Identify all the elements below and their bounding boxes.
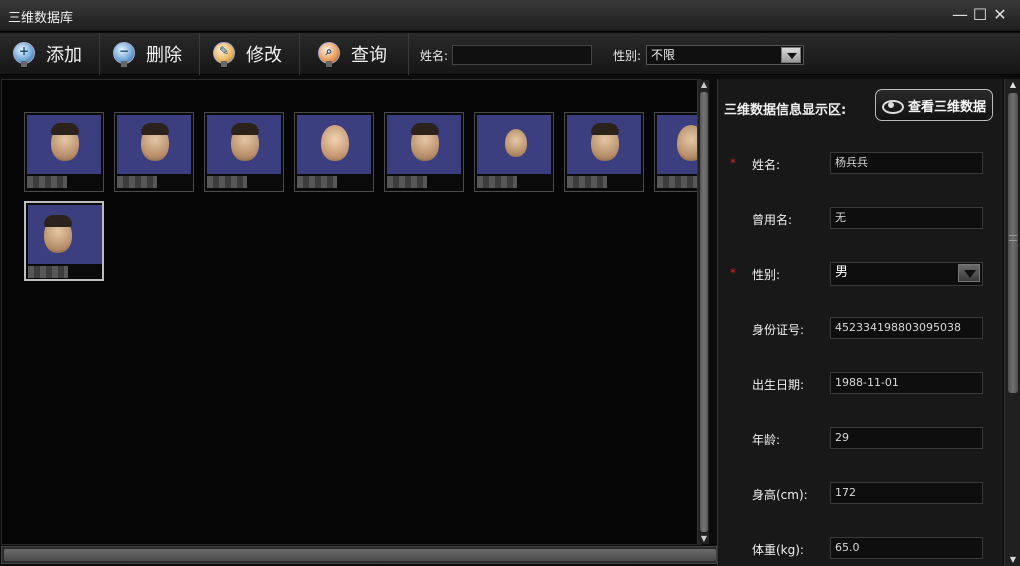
- gender-filter-value: 不限: [651, 48, 676, 62]
- face-thumbnail[interactable]: [24, 112, 104, 192]
- required-mark: *: [730, 156, 736, 170]
- chevron-down-icon[interactable]: [958, 264, 980, 282]
- weight-field[interactable]: 65.0: [830, 537, 983, 559]
- face-image: [27, 115, 101, 174]
- query-button-label: 查询: [351, 45, 387, 66]
- face-image: [28, 205, 102, 264]
- gender-select[interactable]: 男: [830, 262, 983, 286]
- age-label: 年龄:: [752, 433, 781, 447]
- delete-button[interactable]: − 删除: [100, 33, 200, 75]
- scroll-up-icon[interactable]: ▲: [699, 80, 709, 90]
- name-label: 姓名:: [752, 158, 781, 172]
- face-image: [297, 115, 371, 174]
- scroll-thumb[interactable]: [700, 92, 708, 532]
- face-thumbnail[interactable]: [654, 112, 700, 192]
- former-name-field[interactable]: 无: [830, 207, 983, 229]
- scroll-down-icon[interactable]: ▼: [699, 534, 709, 544]
- gender-filter-select[interactable]: 不限: [646, 45, 804, 65]
- add-button[interactable]: + 添加: [0, 33, 100, 75]
- gender-value: 男: [835, 265, 849, 280]
- view-3d-button-label: 查看三维数据: [908, 99, 987, 115]
- gallery-horizontal-scrollbar[interactable]: [1, 546, 717, 564]
- name-field[interactable]: 杨兵兵: [830, 152, 983, 174]
- gender-label: 性别:: [752, 268, 781, 282]
- delete-button-label: 删除: [146, 45, 182, 66]
- delete-icon: −: [112, 41, 136, 67]
- face-image: [477, 115, 551, 174]
- view-3d-button[interactable]: 查看三维数据: [875, 89, 993, 121]
- name-filter-input[interactable]: [452, 45, 592, 65]
- scroll-down-icon[interactable]: ▼: [1008, 555, 1018, 565]
- height-label: 身高(cm):: [752, 488, 808, 502]
- scroll-up-icon[interactable]: ▲: [1008, 80, 1018, 90]
- age-field[interactable]: 29: [830, 427, 983, 449]
- maximize-button[interactable]: ☐: [970, 5, 990, 25]
- former-name-label: 曾用名:: [752, 213, 793, 227]
- face-thumbnail-selected[interactable]: [24, 201, 104, 281]
- add-icon: +: [12, 41, 36, 67]
- face-gallery: [1, 79, 701, 545]
- panel-title: 三维数据信息显示区:: [724, 103, 847, 118]
- name-filter-label: 姓名:: [420, 49, 449, 63]
- required-mark: *: [730, 266, 736, 280]
- panel-vertical-scrollbar[interactable]: ▲ ▼: [1004, 79, 1020, 566]
- birth-date-field[interactable]: 1988-11-01: [830, 372, 983, 394]
- id-number-label: 身份证号:: [752, 323, 805, 337]
- minimize-button[interactable]: —: [950, 5, 970, 25]
- query-icon: ⌕: [317, 41, 341, 67]
- chevron-down-icon[interactable]: [781, 47, 801, 63]
- face-image: [117, 115, 191, 174]
- scroll-thumb[interactable]: [1008, 93, 1018, 393]
- title-bar: 三维数据库 — ☐ ✕: [0, 0, 1020, 32]
- gender-filter-label: 性别:: [613, 49, 642, 63]
- gallery-vertical-scrollbar[interactable]: ▲ ▼: [697, 80, 709, 544]
- modify-button-label: 修改: [246, 45, 282, 66]
- face-thumbnail[interactable]: [474, 112, 554, 192]
- face-image: [387, 115, 461, 174]
- face-thumbnail[interactable]: [564, 112, 644, 192]
- face-image: [657, 115, 700, 174]
- scroll-grip-icon: [1009, 235, 1017, 241]
- info-panel: 三维数据信息显示区: 查看三维数据 * 姓名: 杨兵兵 曾用名: 无 * 性别:…: [717, 79, 1003, 566]
- face-thumbnail[interactable]: [384, 112, 464, 192]
- modify-icon: ✎: [212, 41, 236, 67]
- query-button[interactable]: ⌕ 查询: [305, 33, 409, 75]
- modify-button[interactable]: ✎ 修改: [200, 33, 300, 75]
- face-thumbnail[interactable]: [204, 112, 284, 192]
- face-image: [567, 115, 641, 174]
- face-thumbnail[interactable]: [294, 112, 374, 192]
- id-number-field[interactable]: 452334198803095038: [830, 317, 983, 339]
- window-title: 三维数据库: [8, 11, 74, 26]
- eye-icon: [882, 98, 904, 114]
- birth-date-label: 出生日期:: [752, 378, 805, 392]
- close-button[interactable]: ✕: [990, 5, 1010, 25]
- add-button-label: 添加: [46, 45, 82, 66]
- face-thumbnail[interactable]: [114, 112, 194, 192]
- face-image: [207, 115, 281, 174]
- scroll-thumb[interactable]: [4, 549, 716, 561]
- weight-label: 体重(kg):: [752, 543, 804, 557]
- height-field[interactable]: 172: [830, 482, 983, 504]
